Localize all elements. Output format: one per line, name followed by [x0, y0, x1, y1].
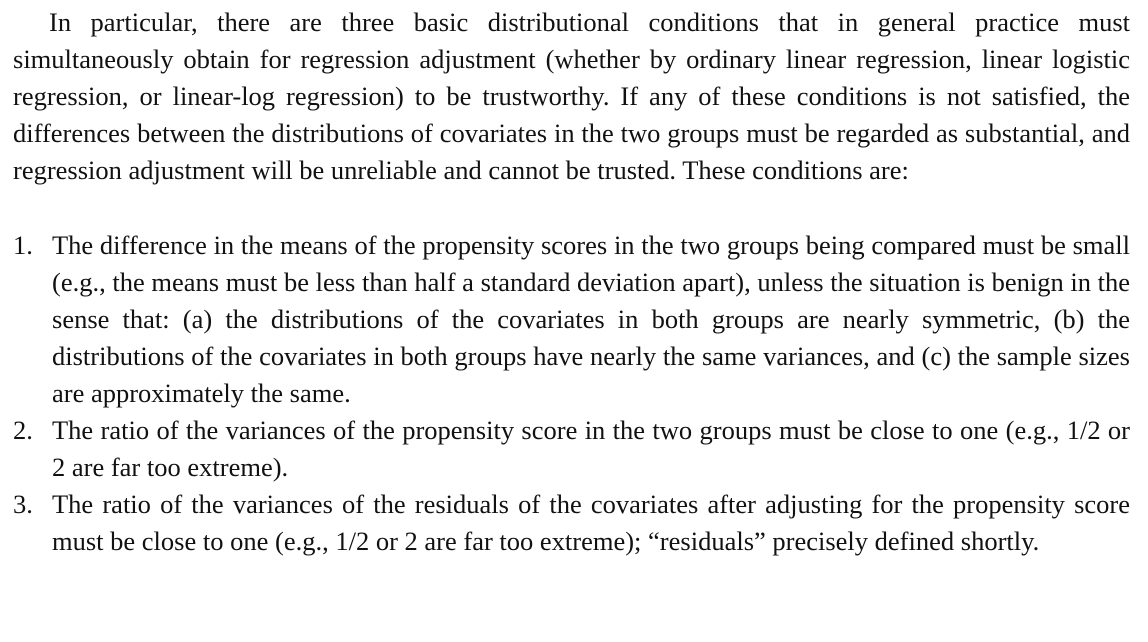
list-item: 1. The difference in the means of the pr… — [13, 227, 1130, 412]
conditions-list: 1. The difference in the means of the pr… — [13, 227, 1130, 560]
list-item-text: The ratio of the variances of the residu… — [52, 489, 1130, 556]
list-item-number: 2. — [13, 415, 33, 445]
list-item-number: 3. — [13, 489, 33, 519]
list-item: 2. The ratio of the variances of the pro… — [13, 412, 1130, 486]
list-item-text: The difference in the means of the prope… — [52, 230, 1130, 408]
list-item-number: 1. — [13, 230, 33, 260]
list-item: 3. The ratio of the variances of the res… — [13, 486, 1130, 560]
list-item-text: The ratio of the variances of the propen… — [52, 415, 1130, 482]
intro-paragraph: In particular, there are three basic dis… — [13, 7, 1130, 185]
document-page: In particular, there are three basic dis… — [13, 4, 1130, 560]
